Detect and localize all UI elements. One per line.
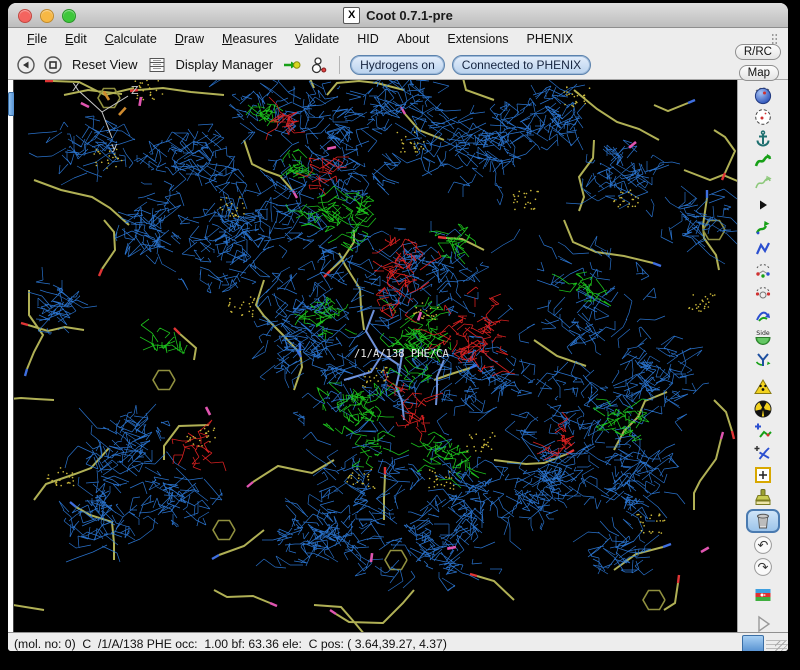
map-button[interactable]: Map: [739, 65, 779, 81]
phenix-connection-button[interactable]: Connected to PHENIX: [452, 55, 591, 75]
fill-partial-residues-icon[interactable]: [752, 487, 774, 507]
coot-window: X Coot 0.7.1-pre FileEditCalculateDrawMe…: [8, 3, 788, 651]
menu-bar: FileEditCalculateDrawMeasuresValidateHID…: [8, 28, 788, 50]
resize-grip[interactable]: [775, 641, 788, 651]
previous-view-button[interactable]: [16, 55, 36, 75]
window-controls: [18, 9, 76, 23]
window-title: Coot 0.7.1-pre: [366, 8, 453, 23]
rotamer-menu-icon[interactable]: [752, 195, 774, 215]
main-area: X Z y /1/A/138 PHE/CA Side ↶ ↷: [8, 80, 788, 632]
menu-extensions[interactable]: Extensions: [438, 30, 517, 48]
x11-icon: X: [343, 7, 360, 24]
mutate-and-autofit-icon[interactable]: [752, 377, 774, 397]
atom-label: /1/A/138 PHE/CA: [354, 348, 450, 360]
svg-text:↶: ↶: [758, 539, 769, 554]
rrc-button[interactable]: R/RC: [735, 44, 781, 60]
rotamers-icon[interactable]: [752, 173, 774, 193]
display-manager-button[interactable]: Display Manager: [174, 57, 276, 72]
redo-icon[interactable]: ↷: [752, 557, 774, 577]
menu-measures[interactable]: Measures: [213, 30, 286, 48]
flip-peptide-icon[interactable]: [752, 305, 774, 325]
zoom-button[interactable]: [62, 9, 76, 23]
record-view-button[interactable]: [43, 55, 63, 75]
rotate-translate-zone-icon[interactable]: [752, 151, 774, 171]
side-chain-180-flip-icon[interactable]: Side: [752, 327, 774, 347]
add-alt-conf-icon[interactable]: [752, 443, 774, 463]
menu-calculate[interactable]: Calculate: [96, 30, 166, 48]
molecule-icon[interactable]: [309, 55, 329, 75]
delete-item-icon[interactable]: [746, 509, 780, 533]
run-refmac-flag-icon[interactable]: [752, 585, 774, 605]
place-atom-at-pointer-icon[interactable]: [752, 465, 774, 485]
menu-draw[interactable]: Draw: [166, 30, 213, 48]
gl-canvas-container[interactable]: X Z y /1/A/138 PHE/CA: [14, 80, 737, 632]
menu-hid[interactable]: HID: [348, 30, 388, 48]
menu-edit[interactable]: Edit: [56, 30, 96, 48]
menu-about[interactable]: About: [388, 30, 439, 48]
menu-file[interactable]: File: [18, 30, 56, 48]
menu-phenix[interactable]: PHENIX: [518, 30, 583, 48]
go-to-atom-arrow-icon[interactable]: [282, 55, 302, 75]
screen: X Coot 0.7.1-pre FileEditCalculateDrawMe…: [0, 0, 800, 670]
axis-label-y: y: [111, 140, 118, 153]
svg-text:↷: ↷: [758, 561, 770, 576]
add-terminal-residue-icon[interactable]: [752, 421, 774, 441]
title-bar[interactable]: X Coot 0.7.1-pre: [8, 3, 788, 28]
status-bar: (mol. no: 0) C /1/A/138 PHE occ: 1.00 bf…: [8, 632, 788, 651]
regularize-zone-icon[interactable]: [752, 107, 774, 127]
edit-backbone-torsion-icon[interactable]: [752, 283, 774, 303]
torsion-general-icon[interactable]: [752, 261, 774, 281]
gl-canvas[interactable]: X Z y /1/A/138 PHE/CA: [14, 80, 737, 632]
jed-flip-icon[interactable]: [752, 349, 774, 369]
right-toolbar: Side ↶ ↷: [737, 80, 788, 632]
toolbar: Reset View Display Manager Hydrogens on …: [8, 50, 788, 80]
simple-mutate-icon[interactable]: [752, 399, 774, 419]
close-button[interactable]: [18, 9, 32, 23]
undo-icon[interactable]: ↶: [752, 535, 774, 555]
real-space-refine-icon[interactable]: [752, 85, 774, 105]
svg-text:Side: Side: [756, 330, 770, 337]
axis-label-z: Z: [131, 84, 139, 97]
status-text: (mol. no: 0) C /1/A/138 PHE occ: 1.00 bf…: [14, 637, 447, 651]
display-manager-icon[interactable]: [147, 55, 167, 75]
edit-chi-angles-icon[interactable]: [752, 239, 774, 259]
window-title-group: X Coot 0.7.1-pre: [343, 7, 453, 24]
reset-view-button[interactable]: Reset View: [70, 57, 140, 72]
minimize-button[interactable]: [40, 9, 54, 23]
expander-play-icon[interactable]: [752, 613, 774, 633]
auto-fit-rotamer-icon[interactable]: [752, 217, 774, 237]
hydrogens-toggle-button[interactable]: Hydrogens on: [350, 55, 445, 75]
axis-label-x: X: [72, 81, 80, 94]
menu-validate[interactable]: Validate: [286, 30, 348, 48]
rigid-body-fit-icon[interactable]: [752, 129, 774, 149]
toolbar-separator: [339, 56, 340, 74]
horizontal-scrollbar-thumb[interactable]: [742, 635, 764, 651]
